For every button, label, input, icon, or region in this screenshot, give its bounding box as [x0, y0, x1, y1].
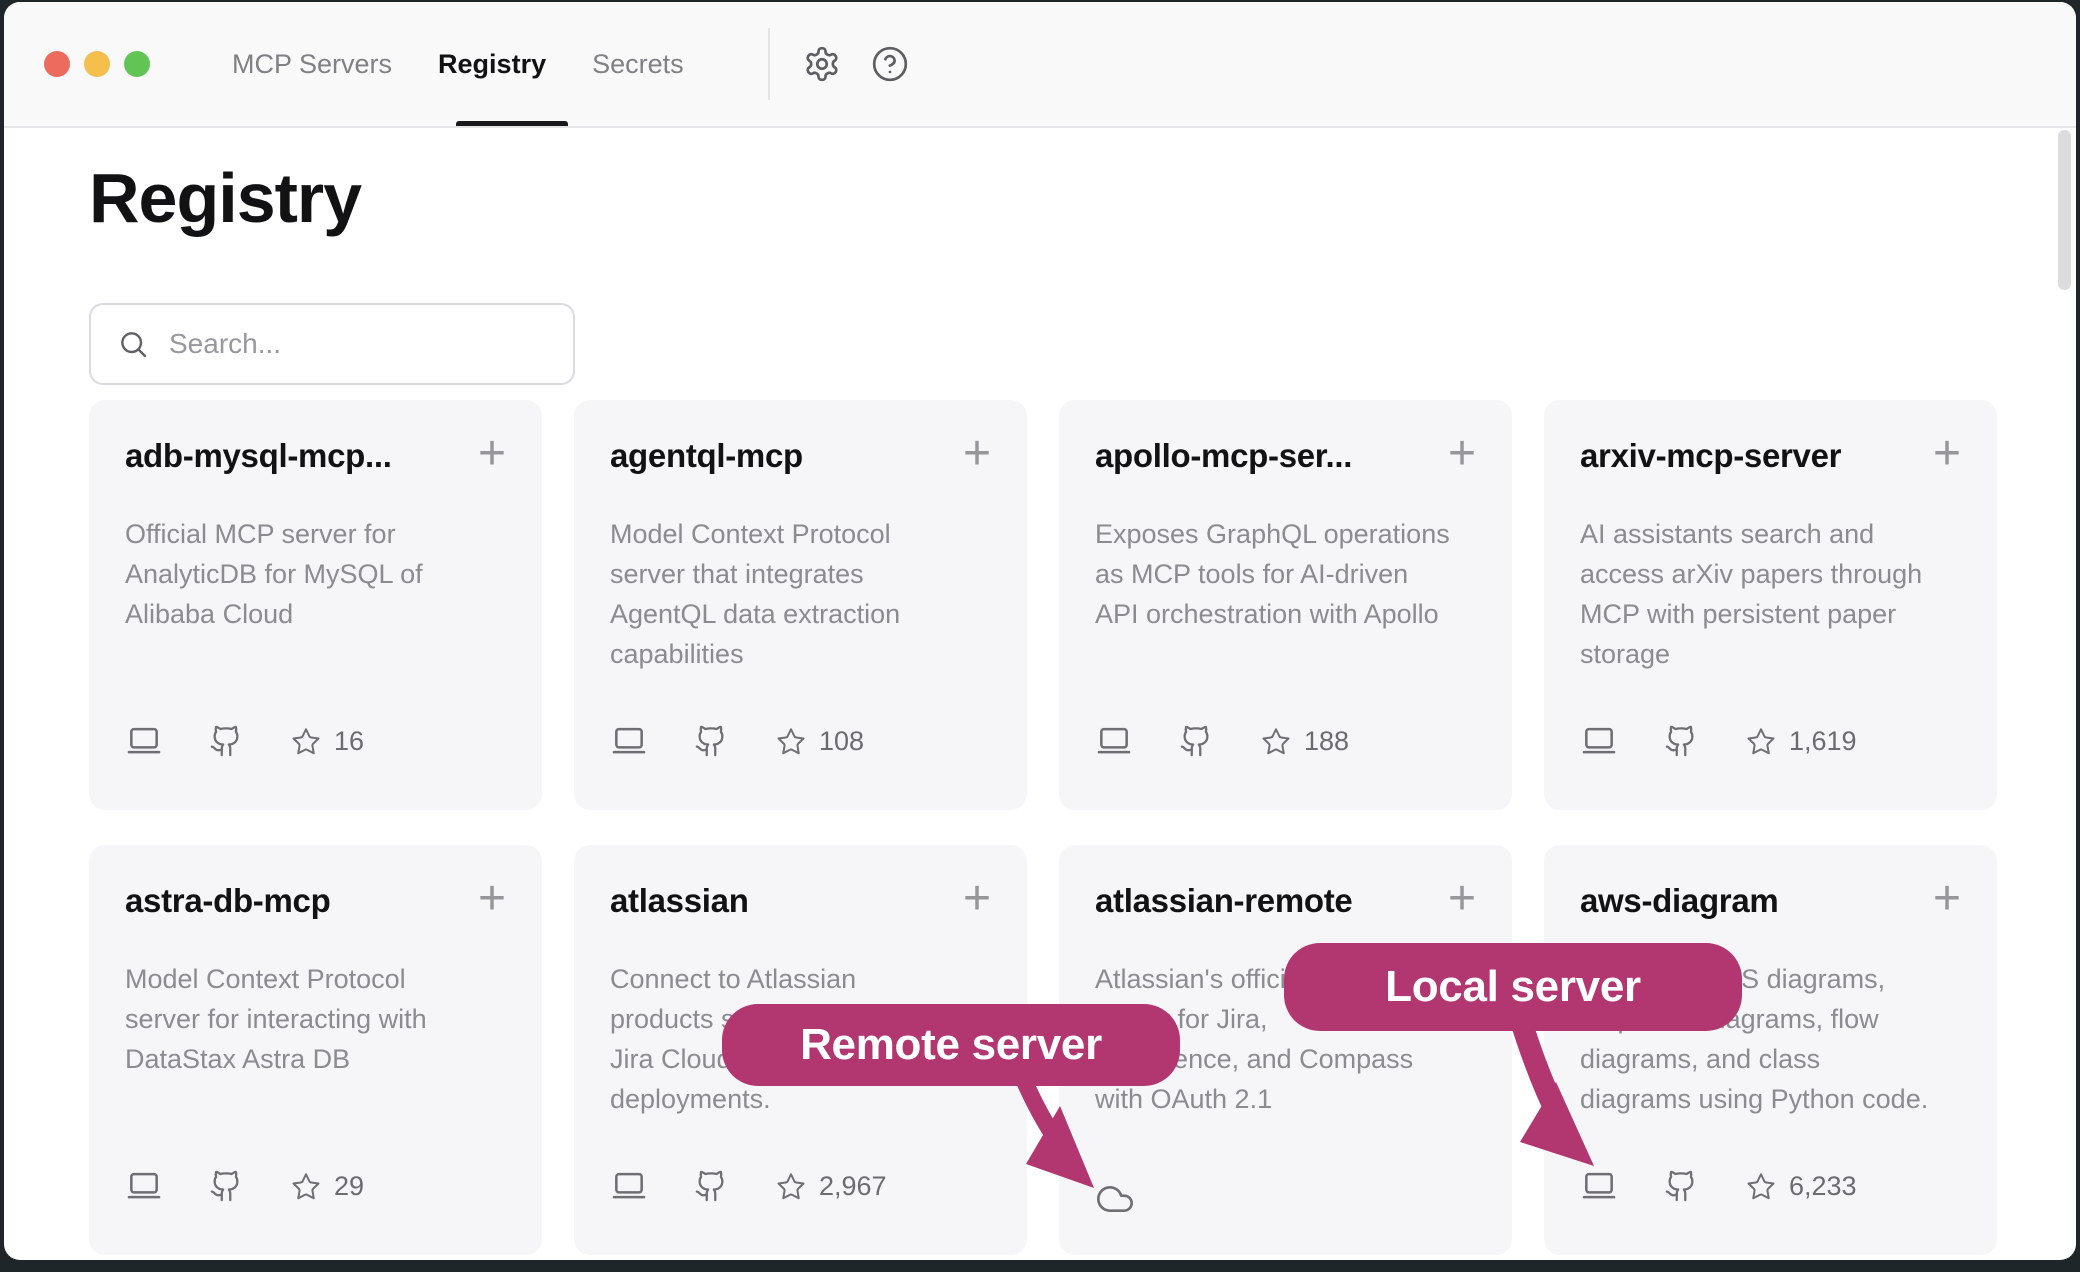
star-count: 1,619: [1789, 726, 1857, 757]
add-server-button[interactable]: +: [1448, 432, 1476, 476]
add-server-button[interactable]: +: [478, 432, 506, 476]
star-count: 108: [819, 726, 864, 757]
server-card[interactable]: apollo-mcp-ser... + Exposes GraphQL oper…: [1059, 400, 1512, 810]
server-description: Official MCP server for AnalyticDB for M…: [125, 514, 506, 634]
toolbar-tabs: MCP Servers Registry Secrets: [232, 2, 684, 126]
star-icon: [776, 726, 806, 756]
server-description: Generate AWS diagrams, sequence diagrams…: [1580, 959, 1961, 1119]
laptop-icon: [1095, 722, 1133, 760]
add-server-button[interactable]: +: [478, 877, 506, 921]
server-meta: 29: [125, 1167, 364, 1205]
server-description: AI assistants search and access arXiv pa…: [1580, 514, 1961, 674]
search-icon: [117, 328, 149, 360]
server-name: agentql-mcp: [610, 434, 803, 478]
server-meta: 16: [125, 722, 364, 760]
gear-icon: [803, 45, 841, 83]
add-server-button[interactable]: +: [1933, 432, 1961, 476]
star-icon: [291, 726, 321, 756]
question-circle-icon: [871, 45, 909, 83]
server-name: adb-mysql-mcp...: [125, 434, 392, 478]
server-name: aws-diagram: [1580, 879, 1778, 923]
search-input[interactable]: [167, 327, 573, 361]
server-card[interactable]: astra-db-mcp + Model Context Protocol se…: [89, 845, 542, 1255]
star-count: 6,233: [1789, 1171, 1857, 1202]
star-icon: [1261, 726, 1291, 756]
search-box: [89, 303, 575, 385]
server-meta: [1095, 1179, 1135, 1219]
server-card[interactable]: atlassian-remote + Atlassian's official …: [1059, 845, 1512, 1255]
add-server-button[interactable]: +: [1933, 877, 1961, 921]
server-meta: 108: [610, 722, 864, 760]
server-card[interactable]: aws-diagram + Generate AWS diagrams, seq…: [1544, 845, 1997, 1255]
tab-secrets[interactable]: Secrets: [592, 49, 684, 80]
server-description: Exposes GraphQL operations as MCP tools …: [1095, 514, 1476, 634]
server-name: astra-db-mcp: [125, 879, 330, 923]
server-card-grid: adb-mysql-mcp... + Official MCP server f…: [89, 400, 1997, 1255]
traffic-lights: [44, 51, 150, 77]
titlebar: MCP Servers Registry Secrets: [4, 2, 2076, 128]
close-window-button[interactable]: [44, 51, 70, 77]
server-card[interactable]: adb-mysql-mcp... + Official MCP server f…: [89, 400, 542, 810]
tab-mcp-servers[interactable]: MCP Servers: [232, 49, 392, 80]
laptop-icon: [610, 722, 648, 760]
server-name: atlassian-remote: [1095, 879, 1352, 923]
server-meta: 188: [1095, 722, 1349, 760]
add-server-button[interactable]: +: [963, 877, 991, 921]
server-description: Atlassian's official server for Jira, Co…: [1095, 959, 1476, 1119]
page-title: Registry: [89, 158, 361, 238]
settings-button[interactable]: [800, 42, 844, 86]
screenshot-stage: MCP Servers Registry Secrets Registry: [0, 0, 2080, 1272]
github-icon: [209, 1169, 243, 1203]
server-card[interactable]: arxiv-mcp-server + AI assistants search …: [1544, 400, 1997, 810]
server-name: apollo-mcp-ser...: [1095, 434, 1352, 478]
vertical-scrollbar-thumb[interactable]: [2058, 130, 2071, 290]
github-icon: [1179, 724, 1213, 758]
help-button[interactable]: [868, 42, 912, 86]
laptop-icon: [1580, 722, 1618, 760]
star-count: 2,967: [819, 1171, 887, 1202]
server-meta: 2,967: [610, 1167, 887, 1205]
add-server-button[interactable]: +: [1448, 877, 1476, 921]
server-description: Model Context Protocol server for intera…: [125, 959, 506, 1079]
server-card[interactable]: atlassian + Connect to Atlassian product…: [574, 845, 1027, 1255]
github-icon: [694, 1169, 728, 1203]
app-window: MCP Servers Registry Secrets Registry: [4, 2, 2076, 1260]
github-icon: [694, 724, 728, 758]
server-name: arxiv-mcp-server: [1580, 434, 1841, 478]
star-icon: [776, 1171, 806, 1201]
star-count: 188: [1304, 726, 1349, 757]
laptop-icon: [610, 1167, 648, 1205]
server-card[interactable]: agentql-mcp + Model Context Protocol ser…: [574, 400, 1027, 810]
server-meta: 1,619: [1580, 722, 1857, 760]
toolbar-divider: [768, 28, 770, 100]
laptop-icon: [125, 722, 163, 760]
tab-registry[interactable]: Registry: [438, 49, 546, 80]
github-icon: [209, 724, 243, 758]
github-icon: [1664, 1169, 1698, 1203]
cloud-icon: [1095, 1179, 1135, 1219]
add-server-button[interactable]: +: [963, 432, 991, 476]
star-count: 29: [334, 1171, 364, 1202]
laptop-icon: [1580, 1167, 1618, 1205]
active-tab-indicator: [456, 121, 568, 126]
server-description: Connect to Atlassian products such as th…: [610, 959, 991, 1119]
server-meta: 6,233: [1580, 1167, 1857, 1205]
star-icon: [291, 1171, 321, 1201]
laptop-icon: [125, 1167, 163, 1205]
server-name: atlassian: [610, 879, 749, 923]
github-icon: [1664, 724, 1698, 758]
star-icon: [1746, 1171, 1776, 1201]
star-count: 16: [334, 726, 364, 757]
star-icon: [1746, 726, 1776, 756]
zoom-window-button[interactable]: [124, 51, 150, 77]
server-description: Model Context Protocol server that integ…: [610, 514, 991, 674]
minimize-window-button[interactable]: [84, 51, 110, 77]
